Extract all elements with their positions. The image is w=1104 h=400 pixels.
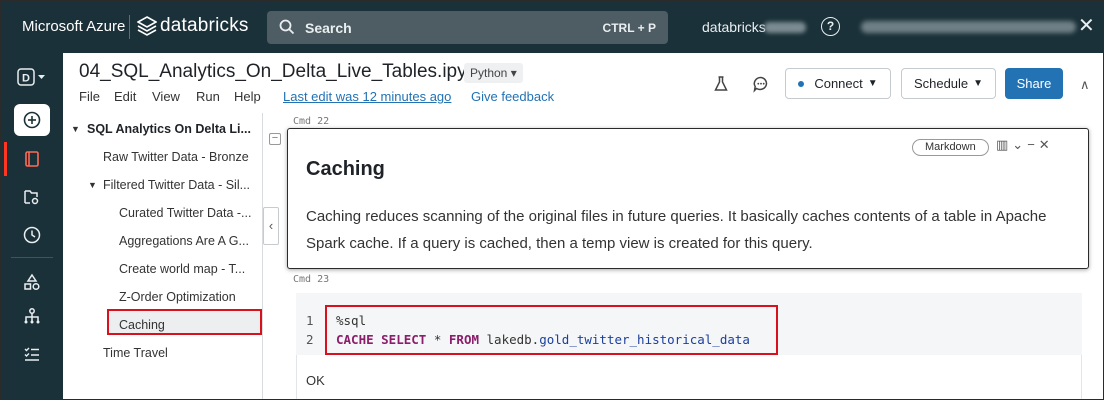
toc-item[interactable]: Filtered Twitter Data - Sil... [103, 178, 259, 192]
markdown-cell[interactable]: Markdown ▥⌄−✕ Caching Caching reduces sc… [287, 128, 1089, 269]
schedule-label: Schedule [913, 76, 969, 91]
databricks-logo-icon [137, 16, 157, 36]
toc-item[interactable]: Curated Twitter Data -... [119, 206, 251, 220]
toc-item[interactable]: Caching [119, 318, 165, 332]
connect-label: Connect [814, 76, 863, 91]
sidebar-item-tasks[interactable] [14, 338, 50, 370]
toc-item[interactable]: Z-Order Optimization [119, 290, 236, 304]
code-table-name: gold_twitter_historical_data [539, 332, 750, 347]
comment-icon[interactable] [752, 75, 770, 93]
code-keyword: FROM [448, 332, 479, 347]
chevron-up-icon[interactable]: ∧ [1080, 77, 1090, 93]
shapes-icon [24, 273, 40, 291]
collapse-cell-icon[interactable]: − [269, 133, 281, 145]
cell-type-pill[interactable]: Markdown [912, 139, 989, 156]
new-button[interactable] [14, 104, 50, 136]
azure-brand: Microsoft Azure [22, 18, 126, 35]
menu-help[interactable]: Help [234, 89, 261, 104]
menu-file[interactable]: File [79, 89, 100, 104]
share-button[interactable]: Share [1005, 68, 1063, 99]
left-rail: D [1, 53, 63, 399]
close-icon[interactable]: ✕ [1078, 13, 1095, 38]
sidebar-item-workflows[interactable] [14, 300, 50, 332]
give-feedback-link[interactable]: Give feedback [471, 89, 554, 104]
toc-item[interactable]: Aggregations Are A G... [119, 234, 249, 248]
svg-text:D: D [22, 73, 30, 85]
workflow-tree-icon [24, 308, 40, 324]
chart-icon[interactable]: ▥ [996, 137, 1012, 152]
toc-item[interactable]: Create world map - T... [119, 262, 245, 276]
toc-item[interactable]: SQL Analytics On Delta Li... [87, 122, 259, 136]
code-keyword: CACHE SELECT [336, 332, 427, 347]
clock-icon [23, 226, 41, 244]
table-of-contents: ▼ SQL Analytics On Delta Li... Raw Twitt… [63, 113, 262, 399]
toc-item[interactable]: Time Travel [103, 346, 168, 360]
chevron-down-icon: ▼ [973, 78, 984, 89]
language-selector[interactable]: Python ▾ [464, 63, 523, 83]
workspace-name[interactable]: databricks [702, 19, 766, 35]
flask-icon[interactable] [712, 75, 730, 93]
cell-label: Cmd 22 [293, 116, 330, 127]
line-number: 2 [306, 332, 314, 347]
help-icon[interactable]: ? [821, 17, 840, 36]
cell-output: OK [306, 373, 325, 388]
menu-run[interactable]: Run [196, 89, 220, 104]
chevron-down-icon: ▼ [867, 78, 878, 89]
search-input[interactable]: Search CTRL + P [267, 11, 668, 44]
workspace-name-redacted [764, 22, 806, 33]
toc-caret-icon[interactable]: ▼ [71, 124, 80, 134]
markdown-heading: Caching [306, 158, 385, 180]
workspace-d-icon: D [17, 68, 45, 86]
toc-caret-icon[interactable]: ▼ [88, 180, 97, 190]
active-indicator [4, 142, 7, 176]
code-highlight-box [325, 305, 778, 355]
toc-item[interactable]: Raw Twitter Data - Bronze [103, 150, 249, 164]
notebook-title[interactable]: 04_SQL_Analytics_On_Delta_Live_Tables.ip… [79, 61, 488, 83]
code-operator: * [426, 332, 449, 347]
sidebar-item-recents[interactable] [14, 219, 50, 251]
last-edit-link[interactable]: Last edit was 12 minutes ago [283, 89, 451, 104]
minimize-icon[interactable]: − [1027, 137, 1039, 152]
folder-tree-icon [24, 190, 39, 205]
toc-divider [262, 113, 263, 399]
cell-label: Cmd 23 [293, 274, 330, 285]
status-dot [798, 80, 805, 87]
close-icon[interactable]: ✕ [1039, 137, 1054, 152]
notebook-icon [25, 151, 39, 167]
schedule-button[interactable]: Schedule ▼ [901, 68, 996, 99]
markdown-paragraph: Caching reduces scanning of the original… [306, 208, 1047, 252]
cell-output-area [296, 355, 1082, 399]
menu-view[interactable]: View [152, 89, 180, 104]
cell-toolbar: ▥⌄−✕ [996, 137, 1054, 153]
collapse-toc-button[interactable]: ‹ [263, 207, 279, 245]
sidebar-item-workspace[interactable] [14, 181, 50, 213]
chevron-down-icon[interactable]: ⌄ [1012, 137, 1027, 152]
menu-edit[interactable]: Edit [114, 89, 136, 104]
code-schema: lakedb. [479, 332, 540, 347]
rail-divider [11, 257, 53, 258]
code-line-1[interactable]: %sql [336, 313, 366, 328]
search-icon [279, 19, 295, 35]
top-bar: Microsoft Azure databricks Search CTRL +… [1, 1, 1103, 53]
user-account-redacted[interactable] [861, 21, 1076, 33]
connect-button[interactable]: Connect ▼ [785, 68, 891, 99]
window: Microsoft Azure databricks Search CTRL +… [0, 0, 1104, 400]
code-line-2[interactable]: CACHE SELECT * FROM lakedb.gold_twitter_… [336, 332, 750, 347]
sidebar-item-catalog[interactable] [14, 266, 50, 298]
brand-divider [129, 15, 130, 39]
line-number: 1 [306, 313, 314, 328]
workspace-switcher[interactable]: D [14, 61, 50, 93]
sidebar-item-notebook[interactable] [14, 143, 50, 175]
search-shortcut: CTRL + P [602, 21, 656, 35]
checklist-icon [24, 347, 39, 361]
plus-circle-icon [23, 111, 41, 129]
search-label: Search [305, 20, 352, 36]
databricks-brand: databricks [160, 15, 249, 36]
